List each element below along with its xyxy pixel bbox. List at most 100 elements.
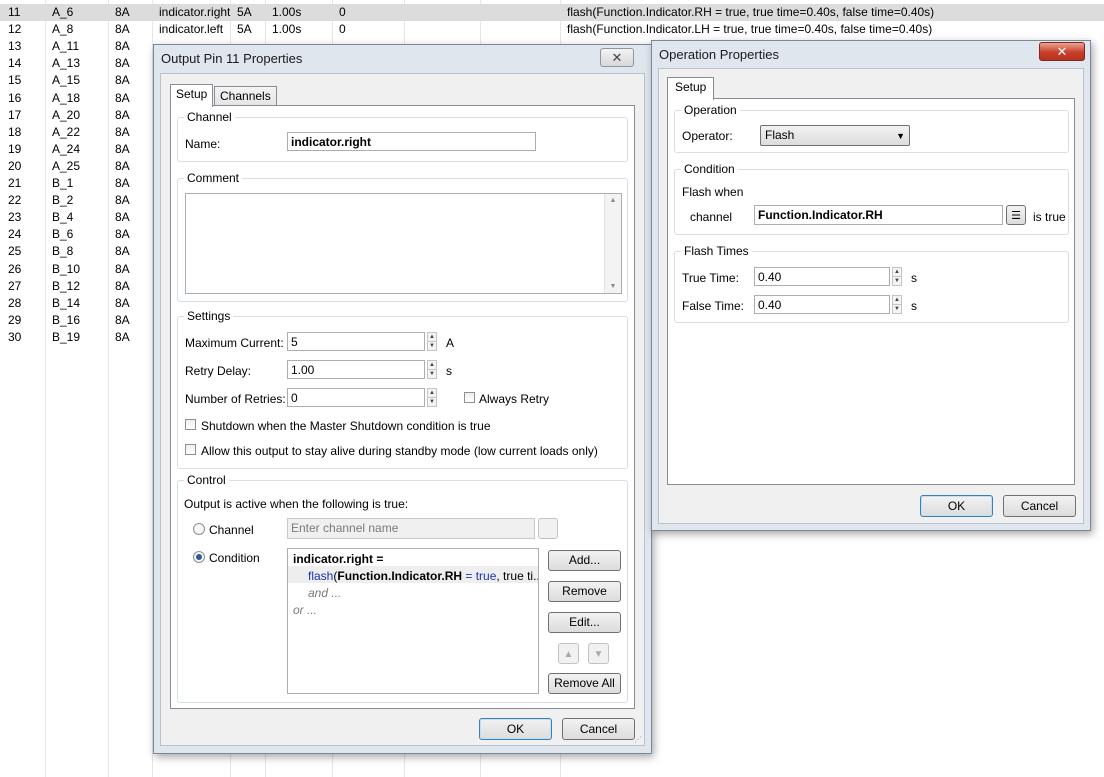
condition-term[interactable]: flash(Function.Indicator.RH = true, true… — [308, 569, 538, 583]
table-row[interactable]: 12 A_8 8A indicator.left 5A 1.00s 0 flash(Funct… — [0, 21, 1104, 38]
rating-cell: 8A — [115, 39, 130, 54]
move-up-button[interactable]: ▲ — [558, 643, 579, 664]
row-number: 22 — [8, 193, 22, 208]
pin-cell: A_25 — [52, 158, 81, 173]
retries-stepper[interactable]: ▲ ▼ — [427, 388, 437, 407]
true-time-label: True Time: — [682, 271, 739, 285]
rating-cell: 8A — [115, 124, 130, 139]
condition-radio-label[interactable]: Condition — [209, 551, 260, 565]
channel-browse-button[interactable] — [538, 518, 558, 539]
add-button[interactable]: Add... — [548, 550, 621, 571]
channel-radio-label[interactable]: Channel — [209, 523, 254, 537]
retry-delay-input[interactable]: 1.00 — [287, 360, 425, 379]
remove-button[interactable]: Remove — [548, 581, 621, 602]
row-number: 17 — [8, 107, 22, 122]
channel-input[interactable]: Function.Indicator.RH — [754, 205, 1003, 225]
false-time-input[interactable]: 0.40 — [754, 295, 890, 314]
cancel-button[interactable]: Cancel — [1003, 495, 1076, 517]
pin-cell: A_13 — [52, 56, 81, 71]
rating-cell: 8A — [115, 227, 130, 242]
group-label: Operation — [681, 103, 740, 117]
group-label: Comment — [184, 171, 243, 185]
rating-cell: 8A — [115, 312, 130, 327]
row-number: 20 — [8, 158, 22, 173]
condition-head[interactable]: indicator.right = — [293, 552, 383, 566]
ok-button[interactable]: OK — [479, 718, 552, 740]
tab-setup[interactable]: Setup — [170, 84, 214, 107]
condition-or[interactable]: or ... — [293, 603, 317, 617]
retries-input[interactable]: 0 — [287, 388, 425, 407]
retries-cell: 0 — [339, 22, 346, 37]
table-row[interactable]: 11 A_6 8A indicator.right 5A 1.00s 0 flash(Func… — [0, 4, 1104, 21]
pin-cell: B_4 — [52, 210, 74, 225]
operator-dropdown[interactable]: Flash ▼ — [760, 125, 910, 146]
channel-name-cell: indicator.left — [159, 22, 224, 37]
comment-textarea[interactable]: ▲ ▼ — [185, 193, 622, 294]
list-icon: ☰ — [1011, 210, 1021, 222]
setup-tab-panel: Channel Name: indicator.right Comment ▲ … — [170, 105, 635, 709]
tab-channels[interactable]: Channels — [214, 86, 277, 106]
true-time-stepper[interactable]: ▲ ▼ — [892, 267, 902, 286]
max-current-stepper[interactable]: ▲ ▼ — [427, 332, 437, 351]
retries-label: Number of Retries: — [185, 392, 286, 406]
scroll-down-icon[interactable]: ▼ — [605, 283, 621, 290]
settings-group: Settings Maximum Current: 5 ▲ ▼ A Retry D… — [177, 309, 628, 469]
comment-scrollbar[interactable]: ▲ ▼ — [604, 194, 621, 293]
dialog-title: Output Pin 11 Properties — [161, 51, 303, 66]
channel-label: channel — [690, 210, 733, 224]
expression-cell: flash(Function.Indicator.RH = true, true… — [567, 5, 935, 19]
channel-name-input[interactable]: Enter channel name — [287, 518, 535, 539]
row-number: 18 — [8, 124, 22, 139]
condition-and[interactable]: and ... — [308, 586, 341, 600]
close-button[interactable]: ✕ — [1039, 42, 1085, 61]
rating-cell: 8A — [115, 278, 130, 293]
condition-list[interactable]: indicator.right = flash(Function.Indicat… — [287, 548, 539, 694]
operation-group: Operation Operator: Flash ▼ — [674, 103, 1069, 153]
edit-button[interactable]: Edit... — [548, 612, 621, 633]
ok-button[interactable]: OK — [920, 495, 993, 517]
rating-cell: 8A — [115, 56, 130, 71]
remove-all-button[interactable]: Remove All — [548, 673, 621, 694]
always-retry-checkbox[interactable] — [464, 392, 475, 403]
channel-picker-button[interactable]: ☰ — [1006, 205, 1026, 225]
false-time-stepper[interactable]: ▲ ▼ — [892, 295, 902, 314]
row-number: 21 — [8, 176, 22, 190]
dialog-client: Setup Channels Channel Name: indicator.r… — [160, 73, 645, 746]
group-label: Flash Times — [681, 244, 752, 258]
rating-cell: 8A — [115, 329, 130, 344]
cancel-button[interactable]: Cancel — [562, 718, 635, 740]
channel-radio[interactable] — [193, 523, 205, 535]
standby-checkbox[interactable] — [185, 444, 196, 455]
pin-cell: A_24 — [52, 141, 81, 156]
resize-grip-icon[interactable]: ⋰ — [634, 735, 642, 744]
active-when-label: Output is active when the following is t… — [184, 497, 409, 511]
move-down-button[interactable]: ▼ — [588, 643, 609, 664]
delay-cell: 1.00s — [272, 22, 302, 37]
shutdown-label[interactable]: Shutdown when the Master Shutdown condit… — [201, 419, 491, 433]
close-button[interactable]: ✕ — [600, 48, 634, 67]
retry-delay-stepper[interactable]: ▲ ▼ — [427, 360, 437, 379]
tab-setup[interactable]: Setup — [667, 77, 715, 100]
condition-radio[interactable] — [193, 551, 205, 563]
standby-label[interactable]: Allow this output to stay alive during s… — [201, 444, 598, 458]
scroll-up-icon[interactable]: ▲ — [605, 197, 621, 204]
pin-cell: B_19 — [52, 329, 81, 344]
current-cell: 5A — [237, 22, 252, 37]
max-current-unit: A — [446, 336, 455, 350]
max-current-label: Maximum Current: — [185, 336, 284, 350]
max-current-input[interactable]: 5 — [287, 332, 425, 351]
operator-label: Operator: — [682, 129, 733, 143]
rating-cell: 8A — [115, 107, 130, 122]
true-time-input[interactable]: 0.40 — [754, 267, 890, 286]
shutdown-checkbox[interactable] — [185, 419, 196, 430]
always-retry-label[interactable]: Always Retry — [479, 392, 549, 406]
rating-cell: 8A — [115, 210, 130, 225]
pin-cell: B_6 — [52, 227, 74, 242]
name-input[interactable]: indicator.right — [287, 132, 536, 151]
rating-cell: 8A — [115, 158, 130, 173]
output-pin-properties-dialog: Output Pin 11 Properties ✕ Setup Channel… — [153, 44, 652, 754]
chevron-down-icon: ▼ — [896, 131, 905, 141]
pin-cell: A_22 — [52, 124, 81, 139]
pin-cell: A_6 — [52, 5, 74, 19]
arrow-up-icon: ▲ — [563, 649, 574, 660]
